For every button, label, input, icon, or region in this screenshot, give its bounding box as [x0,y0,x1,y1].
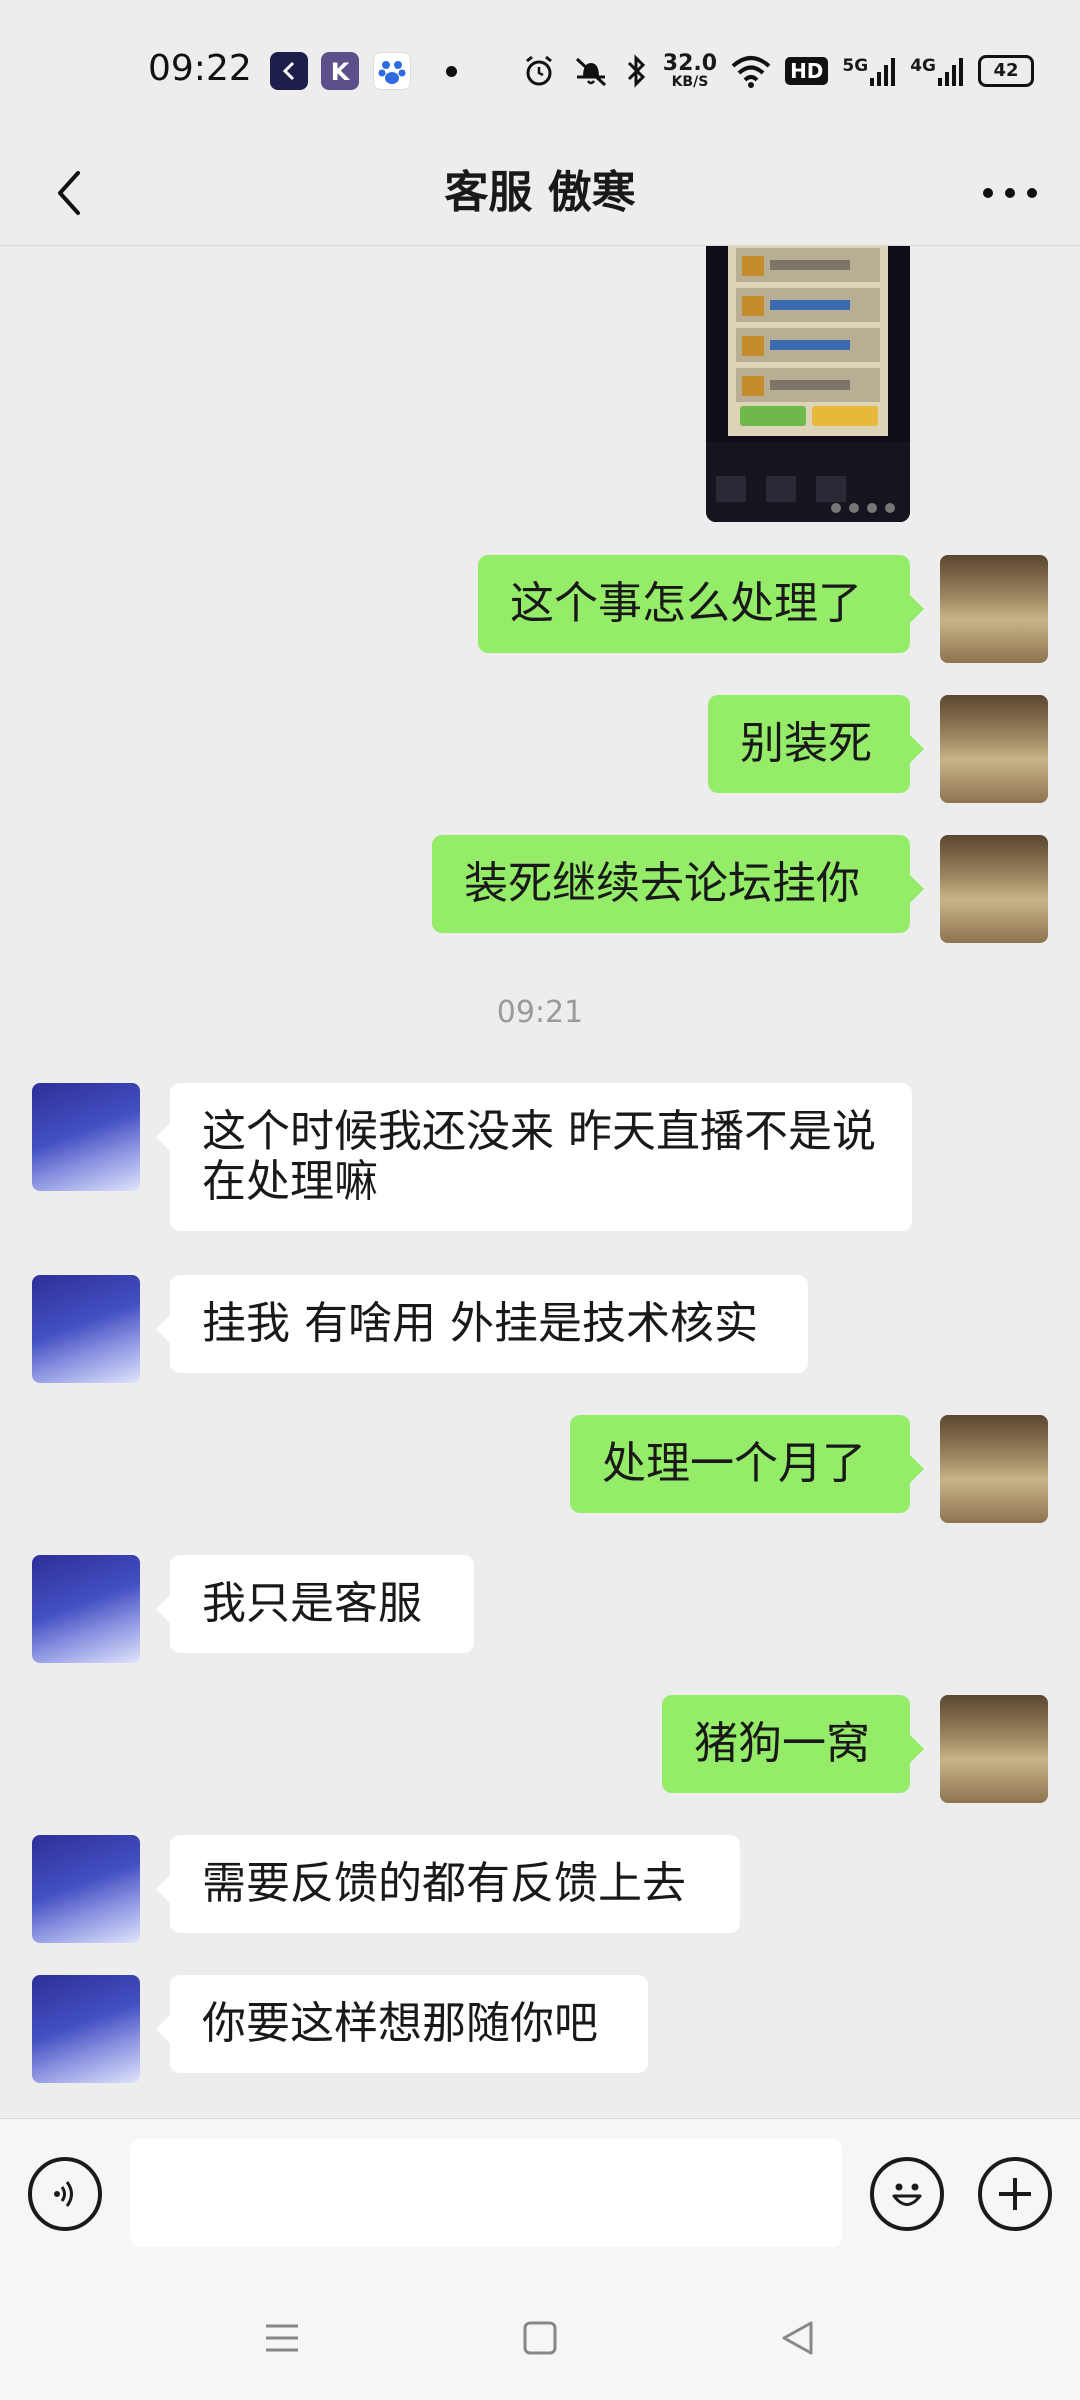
image-message[interactable] [706,246,910,522]
my-avatar[interactable] [940,835,1048,943]
back-triangle-icon [782,2321,813,2355]
message-bubble[interactable]: 别装死 [708,695,910,793]
message-bubble[interactable]: 需要反馈的都有反馈上去 [170,1835,740,1933]
message-bubble[interactable]: 处理一个月了 [570,1415,910,1513]
hd-icon: HD [785,57,829,85]
more-options-button[interactable] [970,153,1050,233]
bubble-tail [156,1595,170,1623]
bubble-tail [910,735,924,763]
page-title: 客服 傲寒 [444,167,636,218]
net-speed-unit: KB/S [671,74,709,90]
timestamp-separator: 09:21 [496,995,584,1030]
system-nav-bar [0,2268,1080,2400]
sim1-label: 5G [842,56,869,76]
message-bubble[interactable]: 猪狗一窝 [662,1695,910,1793]
wifi-icon [731,54,771,88]
back-nav-button[interactable] [758,2298,838,2378]
sim2-label: 4G [910,56,936,76]
message-bubble[interactable]: 装死继续去论坛挂你 [432,835,910,933]
bubble-tail [910,595,924,623]
network-speed: 32.0 KB/S [662,51,718,90]
game-screenshot-thumbnail [706,246,910,522]
plus-icon [999,2178,1031,2210]
bubble-tail [156,1875,170,1903]
signal-4g-icon: 4G [910,56,964,86]
net-speed-value: 32.0 [662,51,718,76]
contact-avatar[interactable] [32,1555,140,1663]
message-bubble[interactable]: 这个事怎么处理了 [478,555,910,653]
contact-avatar[interactable] [32,1275,140,1383]
status-bar: 09:22 K 32.0 KB/S HD 5G 4G 42 [0,0,1080,140]
bubble-tail [910,875,924,903]
bubble-tail [910,1455,924,1483]
bluetooth-icon [625,53,649,89]
my-avatar[interactable] [940,1415,1048,1523]
bubble-tail [910,1735,924,1763]
status-time: 09:22 [148,48,252,89]
message-bubble[interactable]: 挂我 有啥用 外挂是技术核实 [170,1275,808,1373]
my-avatar[interactable] [940,555,1048,663]
bubble-tail [156,2015,170,2043]
bubble-tail [156,1123,170,1151]
mute-bell-icon [571,53,611,89]
app-icon-k: K [321,52,359,90]
battery-icon: 42 [978,55,1034,87]
my-avatar[interactable] [940,1695,1048,1803]
contact-avatar[interactable] [32,1083,140,1191]
chat-area[interactable]: 这个事怎么处理了 别装死 装死继续去论坛挂你 09:21 这个时候我还没来 昨天… [0,246,1080,2118]
emoji-button[interactable] [870,2157,944,2231]
voice-button[interactable] [28,2157,102,2231]
home-nav-button[interactable] [500,2298,580,2378]
input-bar [0,2118,1080,2269]
contact-avatar[interactable] [32,1835,140,1943]
voice-icon [54,2181,73,2207]
add-button[interactable] [978,2157,1052,2231]
chat-header: 客服 傲寒 [0,140,1080,246]
emoji-icon [892,2183,922,2206]
menu-nav-button[interactable] [242,2298,322,2378]
message-input[interactable] [130,2139,842,2247]
menu-icon [266,2324,298,2352]
notification-dot-icon [446,66,457,77]
message-bubble[interactable]: 你要这样想那随你吧 [170,1975,648,2073]
baidu-icon [373,52,411,90]
back-button[interactable] [30,153,110,233]
app-icon-dark [270,52,308,90]
bubble-tail [156,1315,170,1343]
more-dots-icon [983,188,1037,198]
contact-avatar[interactable] [32,1975,140,2083]
signal-5g-icon: 5G [842,56,896,86]
status-icons: 32.0 KB/S HD 5G 4G 42 [521,48,1034,94]
message-bubble[interactable]: 这个时候我还没来 昨天直播不是说在处理嘛 [170,1083,912,1231]
alarm-icon [521,53,557,89]
message-bubble[interactable]: 我只是客服 [170,1555,474,1653]
my-avatar[interactable] [940,695,1048,803]
chevron-left-icon [58,171,80,215]
home-square-icon [523,2321,557,2355]
svg-text:K: K [331,58,351,86]
